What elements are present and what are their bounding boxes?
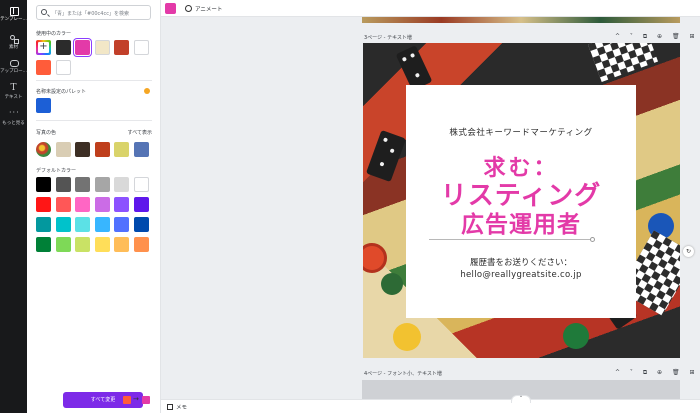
rail-item-more[interactable]: ··· もっと見る <box>0 108 27 127</box>
photo-thumbnail[interactable] <box>36 142 51 157</box>
contact-email[interactable]: hello@reallygreatsite.co.jp <box>406 270 636 280</box>
animate-button[interactable]: アニメート <box>185 5 222 13</box>
divider <box>36 80 152 81</box>
selection-underline <box>429 239 591 240</box>
color-swatch[interactable] <box>55 177 71 192</box>
color-swatch[interactable] <box>36 217 51 232</box>
arrow-right-icon: → <box>133 395 139 403</box>
bottom-bar: メモ ˄ <box>161 395 700 413</box>
rail-item-uploads[interactable]: アップロー... <box>0 58 27 74</box>
color-swatch[interactable] <box>55 40 71 55</box>
color-swatch[interactable] <box>36 237 51 252</box>
add-color-button[interactable]: + <box>36 40 51 55</box>
text-color-button[interactable] <box>165 3 176 14</box>
palette-status-dot <box>144 88 150 94</box>
color-swatch[interactable] <box>55 237 71 252</box>
collapse-pages-button[interactable]: ˄ <box>511 395 531 403</box>
company-name[interactable]: 株式会社キーワードマーケティング <box>406 126 636 138</box>
brand-palette-title: 名称未設定のパレット <box>36 89 87 95</box>
elements-icon <box>9 34 19 44</box>
previous-page-preview[interactable] <box>362 17 680 23</box>
color-swatch[interactable] <box>133 197 149 212</box>
swap-to-swatch <box>142 396 150 404</box>
memo-button[interactable]: メモ <box>167 403 187 411</box>
divider <box>36 120 152 121</box>
color-swatch[interactable] <box>55 197 71 212</box>
game-piece <box>393 323 421 351</box>
game-piece <box>381 273 403 295</box>
color-swatch[interactable] <box>75 237 90 252</box>
template-icon <box>9 6 19 16</box>
note-icon <box>167 404 173 410</box>
color-swatch[interactable] <box>75 197 90 212</box>
color-swatch[interactable] <box>114 197 129 212</box>
color-swatch[interactable] <box>55 217 71 232</box>
more-icon: ··· <box>9 108 20 117</box>
color-swatch[interactable] <box>114 217 129 232</box>
search-icon <box>41 9 47 15</box>
color-swatch[interactable] <box>75 40 90 55</box>
top-toolbar: アニメート <box>161 0 700 17</box>
color-search-input[interactable]: 「青」または「#00c4cc」を検索 <box>36 5 151 20</box>
color-swap-indicator: → <box>123 395 153 405</box>
in-use-colors-title: 使用中のカラー <box>36 31 72 37</box>
page-4-label: 4ページ - フォント小、テキスト増 <box>364 371 442 377</box>
page-3-controls[interactable]: ^ ˅ ⧉ ⊕ 🗑 ⊞ <box>615 33 699 41</box>
color-swatch[interactable] <box>75 177 90 192</box>
headline-line-3[interactable]: 広告運用者 <box>406 205 636 239</box>
page-3-label: 3ページ - テキスト増 <box>364 35 412 41</box>
color-swatch[interactable] <box>114 40 129 55</box>
rail-item-text[interactable]: T テキスト <box>0 83 27 101</box>
color-swatch[interactable] <box>94 40 110 55</box>
color-swatch[interactable] <box>75 142 90 157</box>
contact-line-1[interactable]: 履歴書をお送りください： <box>406 256 636 268</box>
color-swatch[interactable] <box>36 197 51 212</box>
text-icon: T <box>10 83 17 93</box>
color-swatch[interactable] <box>94 237 110 252</box>
color-swatch[interactable] <box>55 60 71 75</box>
color-swatch[interactable] <box>94 177 110 192</box>
refresh-icon[interactable]: ↻ <box>683 246 694 257</box>
color-swatch[interactable] <box>133 237 149 252</box>
color-swatch[interactable] <box>133 217 149 232</box>
color-swatch[interactable] <box>94 197 110 212</box>
game-piece <box>563 323 589 349</box>
color-swatch[interactable] <box>114 177 129 192</box>
default-colors-title: デフォルトカラー <box>36 168 77 174</box>
color-swatch[interactable] <box>55 142 71 157</box>
color-swatch[interactable] <box>36 177 51 192</box>
brand-color-swatch[interactable] <box>36 98 51 113</box>
resize-handle[interactable] <box>590 237 595 242</box>
page-4-controls[interactable]: ^ ˅ ⧉ ⊕ 🗑 ⊞ <box>615 369 699 377</box>
photo-colors-title: 写真の色 <box>36 130 57 136</box>
show-all-link[interactable]: すべて表示 <box>128 129 152 136</box>
color-swatch[interactable] <box>133 177 149 192</box>
upload-icon <box>9 58 19 67</box>
color-swatch[interactable] <box>133 142 149 157</box>
color-panel: 「青」または「#00c4cc」を検索 使用中のカラー + 名称未設定のパレット … <box>27 0 161 413</box>
color-swatch[interactable] <box>114 237 129 252</box>
rail-item-templates[interactable]: テンプレー... <box>0 6 27 22</box>
color-swatch[interactable] <box>94 217 110 232</box>
color-swatch[interactable] <box>133 40 149 55</box>
plus-icon: + <box>39 41 48 52</box>
swap-from-swatch <box>123 396 131 404</box>
animate-icon <box>185 5 192 12</box>
color-swatch[interactable] <box>114 142 129 157</box>
rail-item-elements[interactable]: 素材 <box>0 34 27 50</box>
left-rail: テンプレー... 素材 アップロー... T テキスト ··· もっと見る <box>0 0 27 413</box>
color-swatch[interactable] <box>94 142 110 157</box>
color-swatch[interactable] <box>75 217 90 232</box>
color-swatch[interactable] <box>36 60 51 75</box>
